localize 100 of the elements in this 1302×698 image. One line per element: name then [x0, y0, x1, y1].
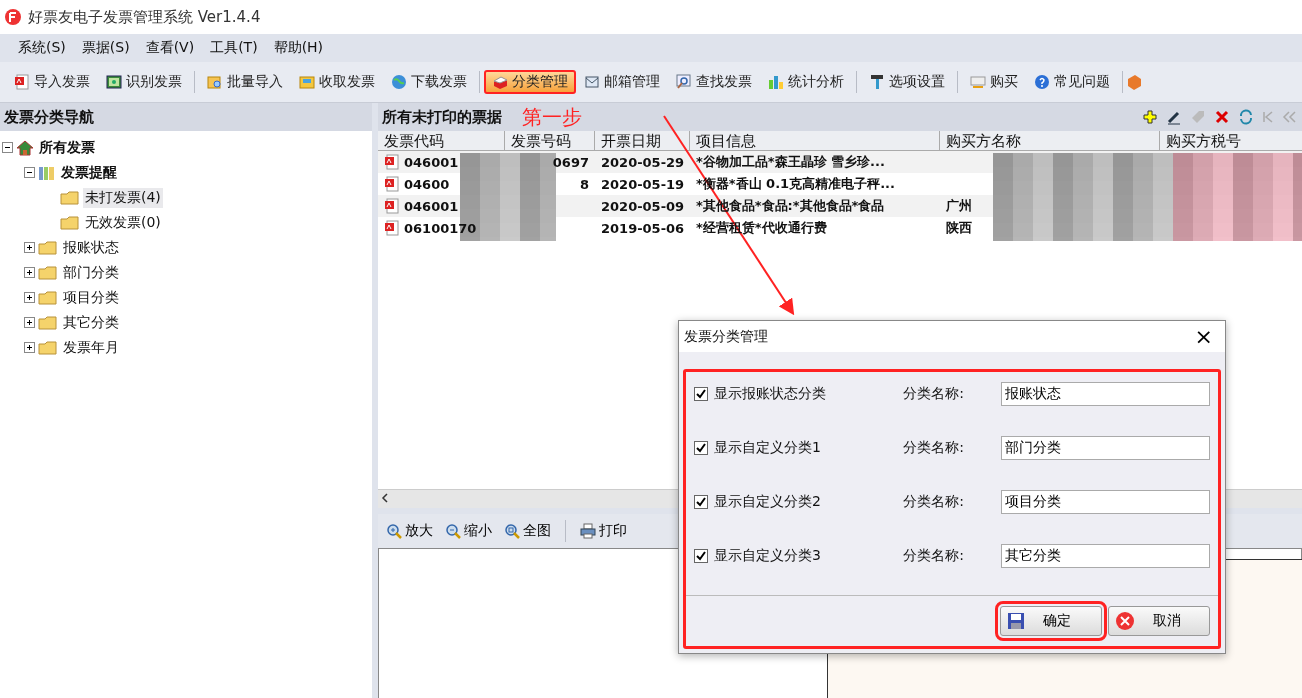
inbox-icon — [299, 74, 315, 90]
expander-icon[interactable] — [24, 167, 35, 178]
expander-icon[interactable] — [24, 267, 35, 278]
dialog-title: 发票分类管理 — [684, 327, 768, 346]
tree-item[interactable]: 其它分类 — [61, 312, 121, 333]
expander-icon[interactable] — [24, 317, 35, 328]
app-logo-icon — [4, 8, 22, 26]
checkbox[interactable] — [694, 495, 708, 509]
toolbar-button[interactable]: 邮箱管理 — [576, 70, 668, 94]
expander-icon[interactable] — [24, 242, 35, 253]
column-header[interactable]: 发票代码 — [378, 131, 505, 151]
preview-toolbar-button[interactable]: 缩小 — [443, 520, 494, 542]
mailbox-icon — [584, 74, 600, 90]
menu-item[interactable]: 工具(T) — [204, 37, 264, 59]
close-button[interactable]: × — [1182, 324, 1225, 349]
tree-item[interactable]: 无效发票(0) — [83, 212, 163, 233]
column-header[interactable]: 开票日期 — [595, 131, 690, 151]
menu-item[interactable]: 查看(V) — [139, 37, 201, 59]
preview-toolbar-button[interactable]: 放大 — [384, 520, 435, 542]
expander-icon[interactable] — [24, 342, 35, 353]
pdf-file-icon — [384, 176, 400, 192]
toolbar-button[interactable]: 购买 — [962, 70, 1026, 94]
preview-toolbar-button[interactable]: 全图 — [502, 520, 553, 542]
field-label: 分类名称: — [903, 493, 965, 511]
toolbar-button[interactable]: 收取发票 — [291, 70, 383, 94]
toolbar-button[interactable]: 批量导入 — [199, 70, 291, 94]
pdf-file-icon — [14, 74, 30, 90]
preview-toolbar-button[interactable]: 打印 — [578, 520, 629, 542]
table-cell: 046001 — [404, 198, 459, 214]
input-field[interactable]: 项目分类 — [1000, 490, 1210, 514]
menu-item[interactable]: 帮助(H) — [267, 37, 330, 59]
input-field[interactable]: 报账状态 — [1000, 382, 1210, 406]
checkbox-label[interactable]: 显示自定义分类1 — [714, 439, 821, 457]
checkbox-label[interactable]: 显示自定义分类2 — [714, 493, 821, 511]
toolbar-button[interactable]: 选项设置 — [861, 70, 953, 94]
expander-icon[interactable] — [2, 142, 13, 153]
checkbox-label[interactable]: 显示报账状态分类 — [714, 385, 826, 403]
tree-item[interactable]: 报账状态 — [61, 237, 121, 258]
zoom-out-icon — [445, 523, 461, 539]
table-cell: *谷物加工品*森王晶珍 雪乡珍... — [696, 153, 885, 171]
menu-item[interactable]: 票据(S) — [75, 37, 136, 59]
folder-search-icon — [207, 74, 223, 90]
zoom-in-icon — [386, 523, 402, 539]
pdf-file-icon — [384, 220, 400, 236]
column-header[interactable]: 购买方名称 — [940, 131, 1160, 151]
input-field[interactable]: 其它分类 — [1000, 544, 1210, 568]
toolbar-button[interactable]: 分类管理 — [484, 70, 576, 94]
column-header[interactable]: 购买方税号 — [1160, 131, 1302, 151]
cancel-icon — [1115, 611, 1135, 631]
toolbar-button[interactable]: 统计分析 — [760, 70, 852, 94]
table-cell: 广州 — [946, 197, 972, 215]
folder-icon — [60, 214, 80, 231]
folder-icon — [38, 239, 58, 256]
window-title: 好票友电子发票管理系统 Ver1.4.4 — [28, 7, 261, 27]
delete-icon[interactable] — [1214, 109, 1230, 125]
tree-item[interactable]: 项目分类 — [61, 287, 121, 308]
tree-item[interactable]: 所有发票 — [37, 137, 97, 158]
globe-icon — [391, 74, 407, 90]
folder-icon — [38, 264, 58, 281]
tree-item[interactable]: 发票提醒 — [59, 162, 119, 183]
column-header[interactable]: 项目信息 — [690, 131, 940, 151]
table-cell: 0697 — [552, 154, 589, 170]
panel-title: 发票分类导航 — [4, 107, 94, 127]
column-header[interactable]: 发票号码 — [505, 131, 595, 151]
menu-item[interactable]: 系统(S) — [12, 37, 72, 59]
checkbox[interactable] — [694, 387, 708, 401]
toolbar-button[interactable]: 导入发票 — [6, 70, 98, 94]
bar-chart-icon — [768, 74, 784, 90]
table-cell: 046001 — [404, 154, 459, 170]
refresh-icon[interactable] — [1238, 109, 1254, 125]
field-label: 分类名称: — [903, 439, 965, 457]
help-icon — [1034, 74, 1050, 90]
folder-icon — [38, 339, 58, 356]
house-icon — [16, 139, 34, 156]
pencil-icon[interactable] — [1166, 109, 1182, 125]
picture-icon — [106, 74, 122, 90]
toolbar-button[interactable]: 识别发票 — [98, 70, 190, 94]
tree-item[interactable]: 未打发票(4) — [83, 187, 163, 208]
table-cell: 2020-05-09 — [601, 198, 685, 214]
field-label: 分类名称: — [903, 547, 965, 565]
zoom-fit-icon — [504, 523, 520, 539]
box-icon — [492, 74, 508, 90]
toolbar-button[interactable]: 下载发票 — [383, 70, 475, 94]
expander-icon[interactable] — [24, 292, 35, 303]
checkbox[interactable] — [694, 441, 708, 455]
checkbox[interactable] — [694, 549, 708, 563]
tree-item[interactable]: 部门分类 — [61, 262, 121, 283]
tree-item[interactable]: 发票年月 — [61, 337, 121, 358]
table-cell: 04600 — [404, 176, 450, 192]
printer-icon — [580, 523, 596, 539]
toolbar-button[interactable]: 常见问题 — [1026, 70, 1118, 94]
panel-title: 所有未打印的票据 — [382, 107, 502, 127]
table-cell: 2019-05-06 — [601, 220, 685, 236]
add-icon[interactable] — [1142, 109, 1158, 125]
annotation-text: 第一步 — [522, 103, 582, 131]
input-field[interactable]: 部门分类 — [1000, 436, 1210, 460]
search-icon — [676, 74, 692, 90]
checkbox-label[interactable]: 显示自定义分类3 — [714, 547, 821, 565]
folder-icon — [38, 289, 58, 306]
toolbar-button[interactable]: 查找发票 — [668, 70, 760, 94]
